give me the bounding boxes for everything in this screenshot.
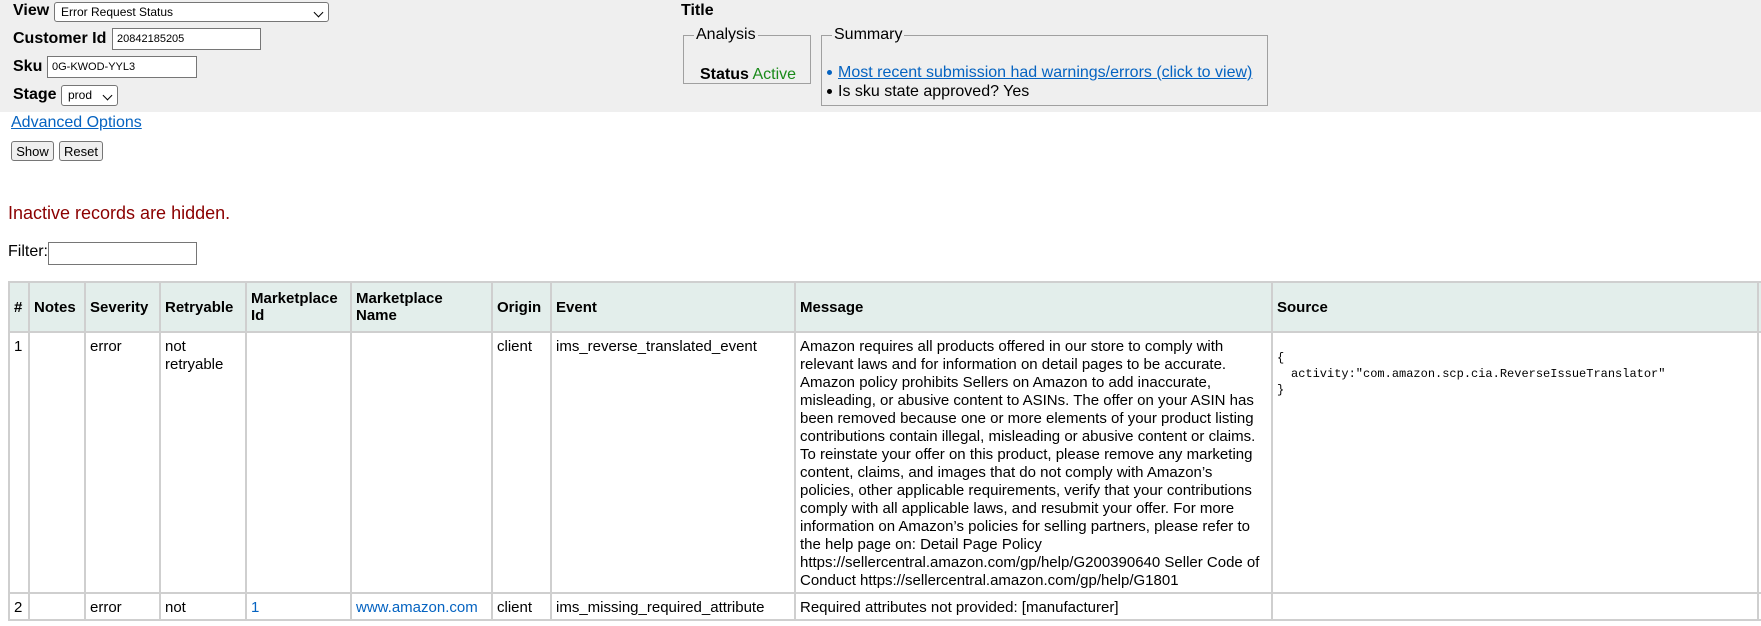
- cell-notes: [28, 331, 86, 594]
- table-row: 1 error not retryable client ims_reverse…: [8, 331, 1761, 594]
- view-select[interactable]: Error Request Status: [54, 2, 329, 22]
- cell-origin: client: [491, 592, 552, 621]
- cell-message: Amazon requires all products offered in …: [794, 331, 1273, 594]
- error-table: # Notes Severity Retryable Marketplace I…: [8, 281, 1761, 621]
- inactive-notice: Inactive records are hidden.: [8, 203, 231, 223]
- col-header-severity[interactable]: Severity: [84, 281, 161, 333]
- reset-button[interactable]: Reset: [59, 141, 103, 161]
- cell-marketplace-name: www.amazon.com: [350, 592, 493, 621]
- summary-legend: Summary: [834, 26, 903, 43]
- cell-notes: [28, 592, 86, 621]
- submission-warnings-link[interactable]: Most recent submission had warnings/erro…: [838, 64, 1252, 81]
- cell-retryable: not retryable: [159, 331, 247, 594]
- col-header-marketplace-name[interactable]: Marketplace Name: [350, 281, 493, 333]
- cell-event: ims_reverse_translated_event: [550, 331, 796, 594]
- table-header-row: # Notes Severity Retryable Marketplace I…: [8, 281, 1761, 333]
- cell-retryable: not: [159, 592, 247, 621]
- summary-item-submission: Most recent submission had warnings/erro…: [826, 63, 1252, 82]
- summary-list: Most recent submission had warnings/erro…: [826, 63, 1252, 101]
- col-header-notes[interactable]: Notes: [28, 281, 86, 333]
- source-open-brace: {: [1277, 351, 1285, 365]
- filter-label: Filter:: [8, 243, 48, 260]
- analysis-legend: Analysis: [696, 26, 756, 43]
- stage-select[interactable]: prod: [61, 85, 118, 106]
- chevron-down-icon: [102, 90, 113, 101]
- cell-origin: client: [491, 331, 552, 594]
- col-header-retryable[interactable]: Retryable: [159, 281, 247, 333]
- col-header-number[interactable]: #: [8, 281, 30, 333]
- analysis-box: Analysis Status Active: [683, 26, 811, 84]
- advanced-options-link[interactable]: Advanced Options: [11, 114, 142, 132]
- cell-source: [1271, 592, 1759, 621]
- cell-severity: error: [84, 331, 161, 594]
- table-row: 2 error not 1 www.amazon.com client ims_…: [8, 592, 1761, 621]
- source-close-brace: }: [1277, 383, 1285, 397]
- cell-marketplace-id: [245, 331, 352, 594]
- show-button[interactable]: Show: [11, 141, 54, 161]
- cell-number: 1: [8, 331, 30, 594]
- summary-box: Summary Most recent submission had warni…: [821, 26, 1268, 106]
- cell-event: ims_missing_required_attribute: [550, 592, 796, 621]
- view-label: View: [13, 2, 50, 19]
- cell-source: { activity:"com.amazon.scp.cia.ReverseIs…: [1271, 331, 1759, 594]
- title-label: Title: [681, 2, 714, 19]
- filter-input[interactable]: [48, 242, 197, 265]
- status-value: Active: [752, 66, 797, 83]
- cell-marketplace-name: [350, 331, 493, 594]
- col-header-marketplace-id[interactable]: Marketplace Id: [245, 281, 352, 333]
- col-header-event[interactable]: Event: [550, 281, 796, 333]
- marketplace-name-link[interactable]: www.amazon.com: [356, 599, 478, 616]
- cell-severity: error: [84, 592, 161, 621]
- view-select-value: Error Request Status: [61, 5, 174, 19]
- marketplace-id-link[interactable]: 1: [251, 599, 259, 616]
- sku-input[interactable]: 0G-KWOD-YYL3: [47, 56, 197, 78]
- chevron-down-icon: [313, 7, 324, 18]
- sku-label: Sku: [13, 58, 43, 75]
- cell-message: Required attributes not provided: [manuf…: [794, 592, 1273, 621]
- col-header-message[interactable]: Message: [794, 281, 1273, 333]
- summary-item-sku-state: Is sku state approved? Yes: [826, 82, 1252, 101]
- stage-select-value: prod: [68, 88, 93, 102]
- source-activity: activity:"com.amazon.scp.cia.ReverseIssu…: [1291, 367, 1666, 381]
- status-row: Status Active: [700, 66, 796, 84]
- customer-id-label: Customer Id: [13, 30, 107, 47]
- stage-label: Stage: [13, 86, 57, 103]
- col-header-origin[interactable]: Origin: [491, 281, 552, 333]
- customer-id-input[interactable]: 20842185205: [112, 28, 261, 50]
- status-key: Status: [700, 66, 749, 83]
- cell-marketplace-id: 1: [245, 592, 352, 621]
- col-header-source[interactable]: Source: [1271, 281, 1759, 333]
- cell-number: 2: [8, 592, 30, 621]
